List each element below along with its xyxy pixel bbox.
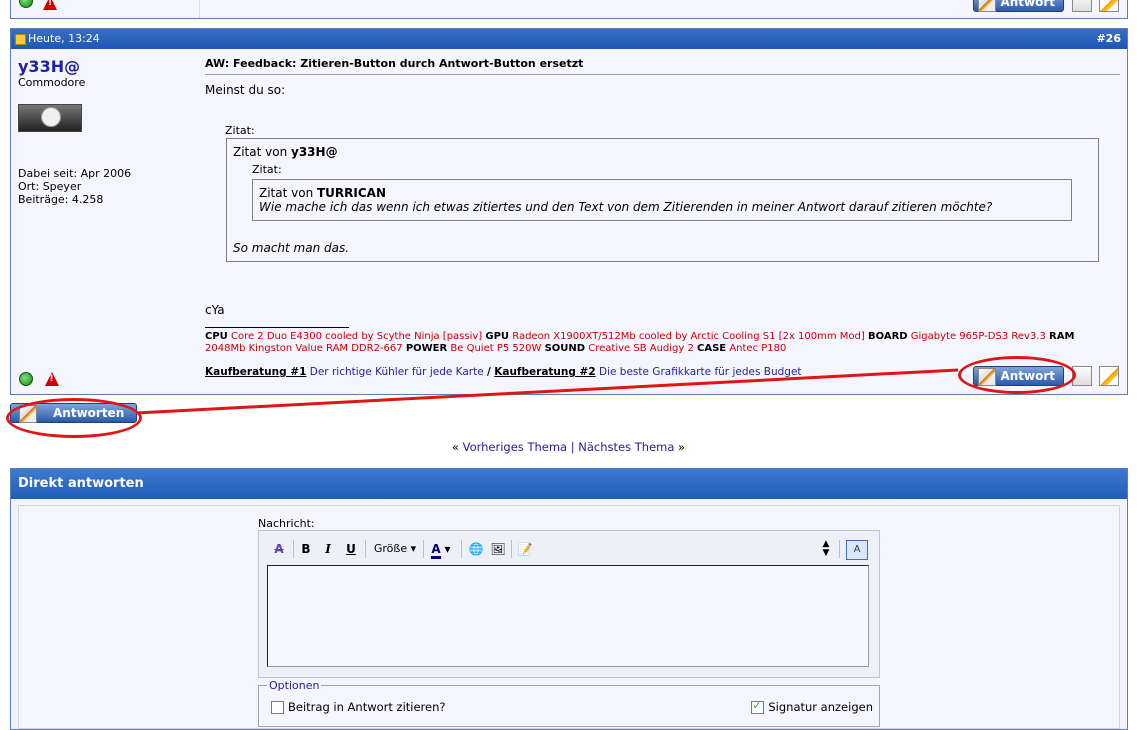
insert-quote-icon[interactable]: 📝 <box>516 540 534 558</box>
previous-thread-link[interactable]: Vorheriges Thema <box>463 440 567 454</box>
options-legend: Optionen <box>267 679 322 692</box>
toolbar-separator <box>461 540 462 558</box>
underline-button[interactable]: U <box>343 540 359 558</box>
toolbar-separator <box>839 540 840 558</box>
italic-button[interactable]: I <box>320 540 336 558</box>
thread-navigation: « Vorheriges Thema | Nächstes Thema » <box>451 440 686 454</box>
signature-option[interactable]: Signatur anzeigen <box>751 699 873 714</box>
remove-format-icon[interactable]: A <box>270 540 288 558</box>
quick-reply-body: Nachricht: A B I U Größe ▾ A ▾ 🌐 🖼 📝 ▲ ▼ … <box>18 505 1120 729</box>
toolbar-separator <box>365 540 366 558</box>
toolbar-separator <box>293 540 294 558</box>
quick-reply-panel: Direkt antworten Nachricht: A B I U Größ… <box>10 468 1128 730</box>
font-color-select[interactable]: A ▾ <box>427 540 455 559</box>
quote-option[interactable]: Beitrag in Antwort zitieren? <box>271 700 446 714</box>
insert-link-icon[interactable]: 🌐 <box>467 540 485 558</box>
insert-image-icon[interactable]: 🖼 <box>489 540 507 558</box>
switch-editor-mode-icon[interactable]: A <box>846 540 868 560</box>
quick-reply-title: Direkt antworten <box>11 469 1127 499</box>
resize-arrows-icon[interactable]: ▲ ▼ <box>819 540 833 558</box>
message-label: Nachricht: <box>258 517 315 530</box>
toolbar-separator <box>423 540 424 558</box>
annotation-line <box>135 368 959 415</box>
message-textarea[interactable] <box>267 565 869 667</box>
bold-button[interactable]: B <box>298 540 314 558</box>
message-editor: A B I U Größe ▾ A ▾ 🌐 🖼 📝 ▲ ▼ A <box>258 530 880 678</box>
toolbar-separator <box>511 540 512 558</box>
editor-toolbar: A B I U Größe ▾ A ▾ 🌐 🖼 📝 ▲ ▼ A <box>267 537 871 561</box>
font-size-select[interactable]: Größe ▾ <box>371 540 419 558</box>
chevron-down-icon: ▾ <box>410 542 417 555</box>
quote-checkbox[interactable] <box>271 701 284 714</box>
next-thread-link[interactable]: Nächstes Thema <box>578 440 674 454</box>
signature-checkbox[interactable] <box>751 699 765 714</box>
chevron-down-icon: ▾ <box>444 542 451 556</box>
options-fieldset: Optionen Beitrag in Antwort zitieren? Si… <box>258 679 880 727</box>
